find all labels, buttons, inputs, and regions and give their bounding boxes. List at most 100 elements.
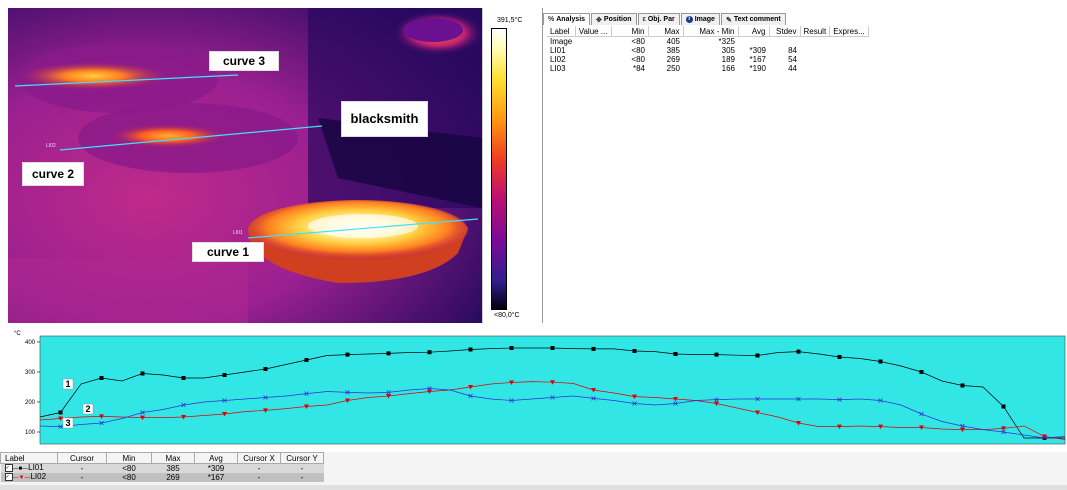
data-point — [58, 410, 63, 415]
legend-cell: 269 — [166, 472, 180, 482]
legend-label: LI01 — [28, 463, 44, 473]
legend-col-header[interactable]: Cursor Y — [280, 452, 324, 464]
col-header[interactable]: Stdev — [769, 26, 801, 37]
legend-marker-icon: —▼— — [12, 475, 31, 482]
y-axis-label: °C — [14, 331, 21, 337]
analysis-cell: *167 — [749, 55, 766, 64]
analysis-cell — [738, 37, 769, 47]
legend-col-header[interactable]: Label — [0, 452, 58, 464]
legend-cell: - — [257, 472, 261, 482]
legend-cell: <80 — [122, 463, 136, 473]
tab-position[interactable]: ✥ Position — [591, 13, 637, 25]
legend-col-header[interactable]: Min — [106, 452, 152, 464]
col-header[interactable]: Label — [547, 26, 576, 37]
analysis-cell — [575, 64, 611, 73]
data-point — [960, 383, 965, 388]
data-point — [591, 346, 596, 351]
analysis-cell: 84 — [788, 46, 797, 55]
analysis-tabs: % Analysis ✥ Position ε Obj. Par i Image ✎ Te… — [543, 13, 787, 25]
legend-checkbox[interactable]: ✓ — [4, 464, 13, 472]
analysis-icon: % — [548, 16, 555, 23]
analysis-row[interactable]: Image <80 405 *325 — [547, 37, 868, 47]
analysis-cell: 54 — [788, 55, 797, 64]
annotation-blacksmith: blacksmith — [341, 101, 428, 137]
curve-label-2: 2 — [85, 404, 90, 414]
legend-col-header[interactable]: Max — [151, 452, 195, 464]
scale-gradient-bar — [491, 28, 507, 310]
col-header[interactable]: Expres... — [829, 26, 869, 37]
analysis-cell — [800, 55, 830, 64]
analysis-table-body: Image <80 405 *325 LI01 <80 385 305 *309 84 LI02 <8… — [547, 37, 868, 73]
col-header[interactable]: Result — [800, 26, 831, 37]
scale-min-label: <80,0°C — [494, 312, 520, 319]
analysis-cell: Image — [550, 37, 573, 46]
legend-cell: <80 — [122, 472, 136, 482]
col-header[interactable]: Avg — [738, 26, 770, 37]
analysis-panel: % Analysis ✥ Position ε Obj. Par i Image ✎ Te… — [542, 8, 1067, 323]
annotation-curve-3: curve 3 — [209, 51, 279, 71]
analysis-cell — [800, 46, 830, 55]
data-point — [1001, 404, 1006, 409]
legend-cell: - — [300, 472, 304, 482]
annotation-curve-2: curve 2 — [22, 162, 84, 186]
y-tick-label: 300 — [25, 370, 36, 376]
line-id-li02: LI02 — [46, 143, 56, 149]
y-tick-label: 100 — [25, 430, 36, 436]
data-point — [468, 347, 473, 352]
col-header[interactable]: Max - Min — [683, 26, 739, 37]
tab-image[interactable]: i Image — [680, 13, 720, 25]
col-header[interactable]: Min — [611, 26, 649, 37]
analysis-cell — [830, 55, 869, 64]
bottom-tab-strip[interactable] — [0, 485, 1067, 490]
analysis-cell: LI03 — [550, 64, 566, 73]
analysis-row[interactable]: LI02 <80 269 189 *167 54 — [547, 55, 868, 64]
data-point — [837, 355, 842, 359]
y-tick-label: 200 — [25, 400, 36, 406]
tab-analysis[interactable]: % Analysis — [543, 13, 591, 25]
col-header[interactable]: Max — [648, 26, 684, 37]
data-point — [632, 349, 637, 353]
analysis-cell: 305 — [721, 46, 735, 55]
analysis-cell: *309 — [749, 46, 766, 55]
data-point — [878, 359, 883, 364]
legend-checkbox[interactable]: ✓ — [4, 473, 13, 482]
tab-obj-par[interactable]: ε Obj. Par — [637, 13, 680, 25]
analysis-cell — [830, 46, 869, 55]
text-icon: ✎ — [725, 16, 732, 24]
data-point — [304, 358, 309, 362]
curve-label-3: 3 — [65, 418, 70, 428]
legend-col-header[interactable]: Cursor — [57, 452, 107, 464]
analysis-cell — [575, 37, 611, 47]
analysis-cell — [769, 37, 800, 47]
legend-cell: - — [80, 472, 84, 482]
analysis-cell: 189 — [721, 55, 735, 64]
analysis-cell — [800, 37, 830, 47]
thermal-image[interactable]: LI02 LI01 curve 3 blacksmith curve 2 cur… — [8, 8, 482, 323]
annotation-curve-1: curve 1 — [192, 242, 264, 262]
legend-cell: *167 — [207, 472, 225, 482]
analysis-row[interactable]: LI03 *84 250 166 *190 44 — [547, 64, 868, 73]
analysis-cell — [800, 64, 830, 73]
legend-col-header[interactable]: Avg — [194, 452, 238, 464]
col-header[interactable]: Value ... — [575, 26, 612, 37]
position-icon: ✥ — [596, 16, 602, 24]
analysis-cell: <80 — [631, 46, 645, 55]
analysis-row[interactable]: LI01 <80 385 305 *309 84 — [547, 46, 868, 55]
legend-row[interactable]: ✓ —■—LI01 - <80 385 *309 - - — [0, 463, 324, 474]
legend-marker-icon: —■— — [12, 466, 29, 473]
data-point — [550, 346, 555, 350]
data-point — [919, 370, 924, 374]
data-point — [796, 349, 801, 354]
tab-text-comment[interactable]: ✎ Text comment — [720, 13, 786, 25]
analysis-cell: *325 — [718, 37, 735, 46]
data-point — [673, 352, 678, 356]
legend-label: LI02 — [30, 472, 47, 482]
legend-col-header[interactable]: Cursor X — [237, 452, 281, 464]
legend-cell: - — [300, 463, 304, 473]
legend-row[interactable]: ✓ —▼—LI02 - <80 269 *167 - - — [0, 472, 324, 483]
legend-cell: *309 — [207, 463, 225, 473]
analysis-cell: 269 — [666, 55, 680, 64]
scale-max-label: 391,5°C — [497, 17, 523, 24]
analysis-cell: 250 — [666, 64, 680, 73]
analysis-cell — [575, 46, 611, 55]
